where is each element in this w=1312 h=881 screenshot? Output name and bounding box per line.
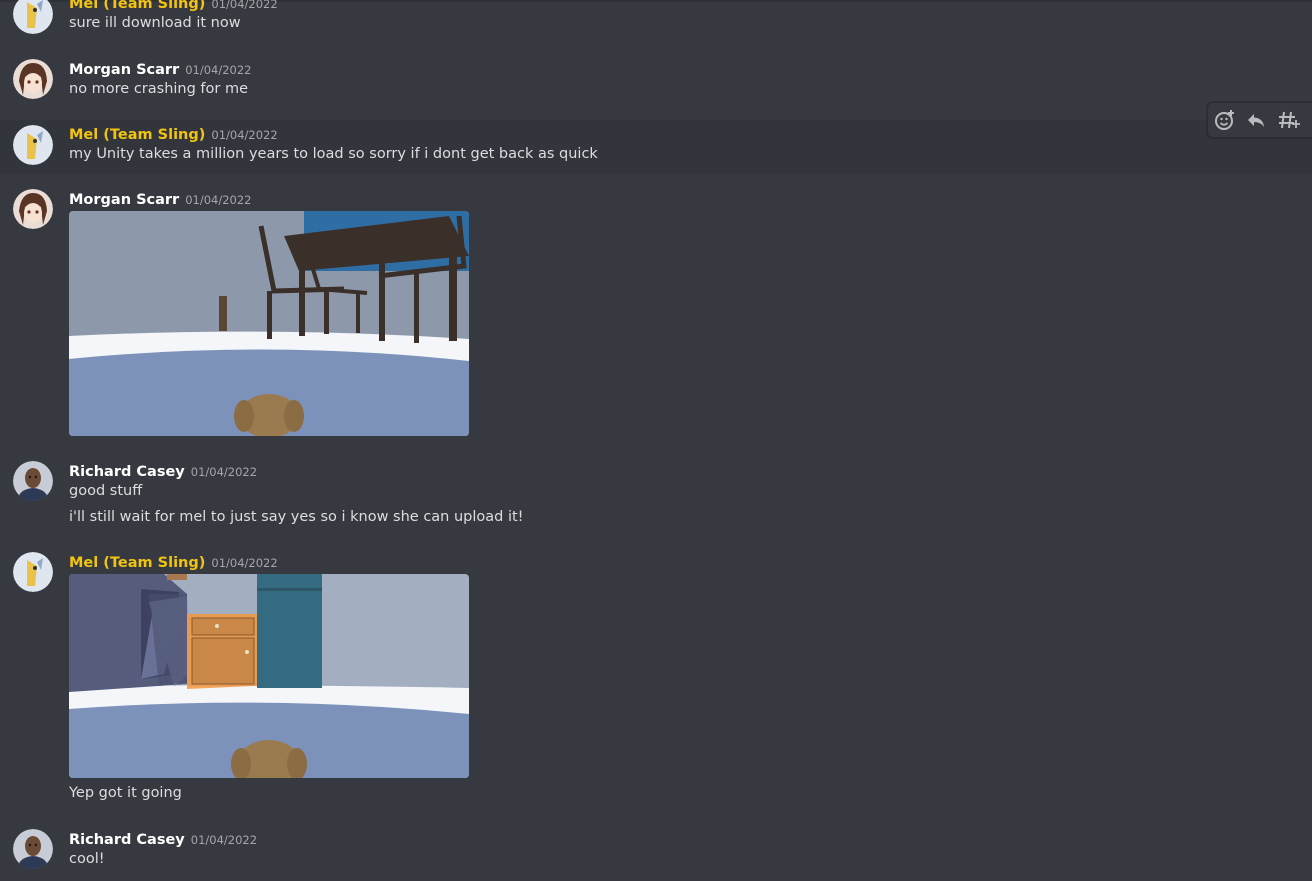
message-header: Mel (Team Sling) 01/04/2022: [69, 124, 278, 143]
timestamp: 01/04/2022: [211, 0, 278, 11]
image-attachment[interactable]: [69, 211, 469, 436]
message-text: my Unity takes a million years to load s…: [69, 146, 598, 162]
message-header: Morgan Scarr 01/04/2022: [69, 59, 252, 78]
message-mel-2[interactable]: Mel (Team Sling) 01/04/2022 my Unity take…: [0, 120, 1312, 174]
message-action-toolbar: [1207, 102, 1312, 138]
create-thread-icon[interactable]: [1276, 108, 1300, 132]
author-name[interactable]: Mel (Team Sling): [69, 0, 205, 12]
timestamp: 01/04/2022: [211, 128, 278, 142]
author-name[interactable]: Richard Casey: [69, 832, 185, 848]
avatar-richard[interactable]: [13, 829, 53, 869]
author-name[interactable]: Morgan Scarr: [69, 62, 179, 78]
timestamp: 01/04/2022: [190, 833, 258, 847]
message-text: no more crashing for me: [69, 81, 249, 97]
add-reaction-icon[interactable]: [1213, 108, 1237, 132]
avatar-morgan[interactable]: [13, 189, 53, 229]
timestamp: 01/04/2022: [185, 193, 252, 207]
avatar-mel[interactable]: [13, 125, 53, 165]
message-header: Morgan Scarr 01/04/2022: [69, 189, 252, 208]
message-text: Yep got it going: [69, 785, 182, 801]
message-morgan-2[interactable]: Morgan Scarr 01/04/2022: [0, 182, 1312, 442]
message-header: Richard Casey 01/04/2022: [69, 829, 257, 848]
message-richard-1[interactable]: Richard Casey 01/04/2022 good stuff i'll …: [0, 454, 1312, 534]
timestamp: 01/04/2022: [185, 63, 252, 77]
message-text: good stuff: [69, 483, 143, 499]
message-text: sure ill download it now: [69, 15, 241, 31]
avatar-mel[interactable]: [13, 0, 53, 34]
message-header: Mel (Team Sling) 01/04/2022: [69, 552, 278, 571]
chat-message-list: Mel (Team Sling) 01/04/2022 sure ill down…: [0, 0, 1312, 881]
timestamp: 01/04/2022: [190, 465, 258, 479]
message-richard-2[interactable]: Richard Casey 01/04/2022 cool!: [0, 822, 1312, 881]
message-header: Richard Casey 01/04/2022: [69, 461, 257, 480]
message-text: cool!: [69, 851, 105, 867]
avatar-mel[interactable]: [13, 552, 53, 592]
author-name[interactable]: Richard Casey: [69, 464, 185, 480]
timestamp: 01/04/2022: [211, 556, 278, 570]
message-mel-1[interactable]: Mel (Team Sling) 01/04/2022 sure ill down…: [0, 0, 1312, 44]
avatar-richard[interactable]: [13, 461, 53, 501]
author-name[interactable]: Mel (Team Sling): [69, 555, 205, 571]
author-name[interactable]: Mel (Team Sling): [69, 127, 205, 143]
author-name[interactable]: Morgan Scarr: [69, 192, 179, 208]
reply-icon[interactable]: [1244, 108, 1268, 132]
image-attachment[interactable]: [69, 574, 469, 778]
message-morgan-1[interactable]: Morgan Scarr 01/04/2022 no more crashing …: [0, 52, 1312, 108]
message-header: Mel (Team Sling) 01/04/2022: [69, 0, 278, 12]
message-mel-3[interactable]: Mel (Team Sling) 01/04/2022 Yep got it g…: [0, 545, 1312, 810]
avatar-morgan[interactable]: [13, 59, 53, 99]
message-text: i'll still wait for mel to just say yes …: [69, 509, 524, 525]
